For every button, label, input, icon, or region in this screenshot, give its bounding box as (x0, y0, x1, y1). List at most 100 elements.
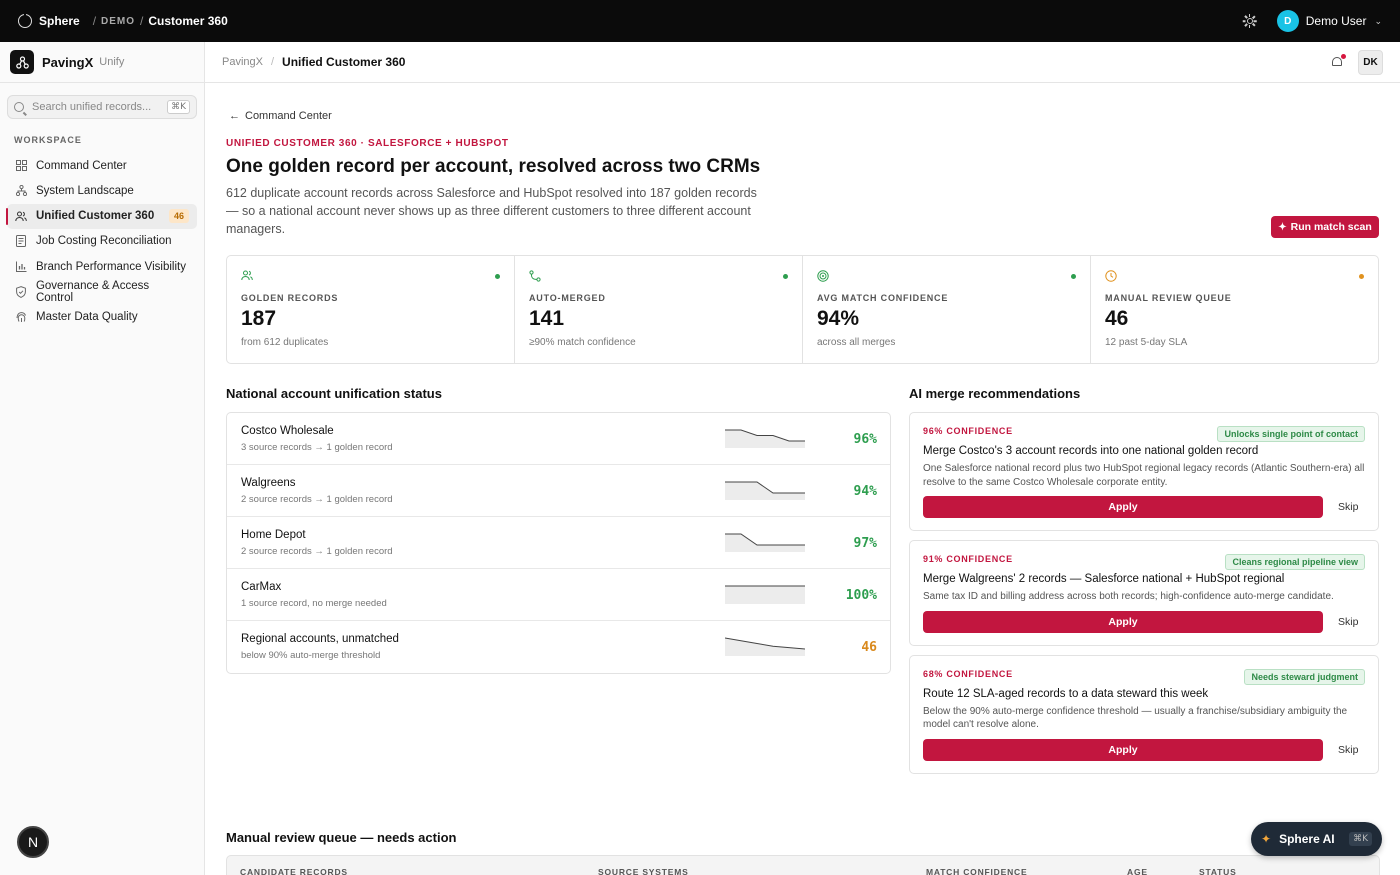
status-dot (783, 274, 788, 279)
recommendation-description: One Salesforce national record plus two … (923, 463, 1365, 488)
recommendation-description: Below the 90% auto-merge confidence thre… (923, 705, 1348, 731)
account-detail: below 90% auto-merge threshold (241, 650, 381, 661)
receipt-icon (15, 235, 27, 248)
sidebar-item-label: Branch Performance Visibility (36, 260, 186, 273)
sparkline-area (725, 534, 805, 552)
top-bar: Sphere / DEMO / Customer 360 D Demo User… (0, 0, 1400, 42)
sphere-ai-shortcut: ⌘K (1349, 832, 1372, 846)
list-item[interactable]: Costco Wholesale 3 source records → 1 go… (227, 413, 890, 465)
account-name: Costco Wholesale (241, 425, 334, 437)
sidebar-item-branch-performance-visibility[interactable]: Branch Performance Visibility (7, 254, 197, 279)
column-header[interactable]: AGE (1127, 867, 1148, 875)
review-queue-table-header: CANDIDATE RECORDS SOURCE SYSTEMS MATCH C… (226, 855, 1380, 875)
target-icon (817, 270, 829, 282)
back-link[interactable]: ← Command Center (229, 110, 332, 122)
page-title: One golden record per account, resolved … (226, 156, 761, 177)
column-header[interactable]: CANDIDATE RECORDS (240, 867, 348, 875)
account-detail: 1 source record, no merge needed (241, 598, 387, 609)
app-brand[interactable]: Sphere (39, 14, 80, 28)
user-avatar[interactable]: D (1276, 10, 1299, 32)
sidebar-item-command-center[interactable]: Command Center (7, 153, 197, 178)
arrow-left-icon: ← (229, 110, 240, 122)
sidebar-nav: Command Center System Landscape Unified … (0, 153, 204, 330)
sidebar-item-label: Unified Customer 360 (36, 210, 155, 223)
sidebar-item-master-data-quality[interactable]: Master Data Quality (7, 305, 197, 330)
list-item[interactable]: Walgreens 2 source records → 1 golden re… (227, 465, 890, 517)
page-description: 612 duplicate account records across Sal… (226, 186, 757, 236)
kpi-subtext: across all merges (817, 337, 896, 348)
sidebar-item-label: System Landscape (36, 184, 134, 197)
kpi-card-manual-review-queue: MANUAL REVIEW QUEUE 46 12 past 5-day SLA (1091, 256, 1378, 363)
list-item[interactable]: Regional accounts, unmatched below 90% a… (227, 621, 890, 673)
sidebar-item-job-costing-reconciliation[interactable]: Job Costing Reconciliation (7, 229, 197, 254)
apply-button[interactable]: Apply (923, 610, 1323, 633)
column-header[interactable]: STATUS (1199, 867, 1237, 875)
account-name: Home Depot (241, 529, 306, 541)
list-item[interactable]: CarMax 1 source record, no merge needed … (227, 569, 890, 621)
recommendation-title: Route 12 SLA-aged records to a data stew… (923, 687, 1209, 700)
chevron-down-icon[interactable]: ⌄ (1374, 16, 1382, 27)
recommendation-card: 96% CONFIDENCE Unlocks single point of c… (909, 412, 1379, 531)
sparkline-area (725, 482, 805, 500)
breadcrumb-org[interactable]: PavingX (222, 56, 263, 68)
recommendation-description: Same tax ID and billing address across b… (923, 591, 1334, 602)
breadcrumb-separator: / (270, 56, 275, 68)
kpi-value: 141 (529, 307, 565, 330)
sidebar: PavingX Unify Search unified records... … (0, 42, 205, 875)
apply-button[interactable]: Apply (923, 496, 1323, 518)
sparkline (725, 637, 805, 656)
column-header[interactable]: MATCH CONFIDENCE (926, 867, 1027, 875)
sidebar-item-label: Job Costing Reconciliation (36, 235, 172, 248)
search-input[interactable]: Search unified records... ⌘K (7, 95, 197, 119)
sidebar-item-system-landscape[interactable]: System Landscape (7, 178, 197, 203)
account-match-value: 94% (853, 484, 877, 499)
account-detail: 2 source records → 1 golden record (241, 494, 393, 505)
list-item[interactable]: Home Depot 2 source records → 1 golden r… (227, 517, 890, 569)
kpi-label: AUTO-MERGED (529, 293, 606, 303)
sparkline (725, 429, 805, 448)
run-match-scan-button[interactable]: ✦ Run match scan (1271, 216, 1379, 238)
users-icon (15, 210, 27, 222)
shield-icon (15, 286, 27, 298)
kpi-card-golden-records: GOLDEN RECORDS 187 from 612 duplicates (227, 256, 515, 363)
kpi-label: GOLDEN RECORDS (241, 293, 339, 303)
account-name: CarMax (241, 581, 282, 593)
user-menu-name[interactable]: Demo User (1306, 14, 1367, 28)
skip-button[interactable]: Skip (1338, 501, 1358, 513)
status-dot (1359, 274, 1364, 279)
kpi-value: 94% (817, 307, 860, 330)
kpi-label: MANUAL REVIEW QUEUE (1105, 293, 1232, 303)
merge-icon (529, 270, 541, 282)
org-switcher[interactable]: PavingX Unify (0, 42, 204, 83)
sphere-ai-button[interactable]: ✦ Sphere AI ⌘K (1251, 822, 1382, 856)
recommendation-title: Merge Walgreens' 2 records — Salesforce … (923, 573, 1285, 585)
sparkline-area (725, 430, 805, 448)
page-eyebrow: UNIFIED CUSTOMER 360 · SALESFORCE + HUBS… (226, 138, 509, 149)
sidebar-item-unified-customer-360[interactable]: Unified Customer 360 46 (6, 203, 197, 229)
grid-icon (15, 160, 27, 172)
account-detail: 2 source records → 1 golden record (241, 546, 393, 557)
apply-button[interactable]: Apply (923, 738, 1323, 761)
unification-status-title: National account unification status (226, 386, 442, 401)
breadcrumb-separator: / (92, 14, 97, 28)
back-link-label: Command Center (245, 110, 332, 122)
sidebar-item-governance-access-control[interactable]: Governance & Access Control (7, 279, 197, 304)
sphere-logo-icon[interactable] (18, 13, 32, 28)
theme-toggle-sun-icon[interactable] (1242, 14, 1257, 28)
sparkline (725, 481, 805, 500)
skip-button[interactable]: Skip (1338, 616, 1358, 628)
notifications-bell-icon[interactable] (1331, 54, 1346, 68)
profile-avatar[interactable]: DK (1358, 49, 1383, 75)
account-match-value: 100% (845, 588, 877, 603)
sparkline (725, 585, 805, 604)
users-icon (241, 270, 253, 282)
manual-review-queue-title: Manual review queue — needs action (226, 830, 457, 845)
dev-tools-button[interactable]: N (17, 826, 49, 858)
skip-button[interactable]: Skip (1338, 744, 1358, 756)
column-header[interactable]: SOURCE SYSTEMS (598, 867, 689, 875)
org-logo-icon (10, 50, 34, 74)
impact-tag: Unlocks single point of contact (1217, 426, 1365, 442)
impact-tag: Cleans regional pipeline view (1225, 554, 1365, 570)
search-icon (14, 102, 24, 112)
kpi-subtext: ≥90% match confidence (529, 337, 636, 348)
